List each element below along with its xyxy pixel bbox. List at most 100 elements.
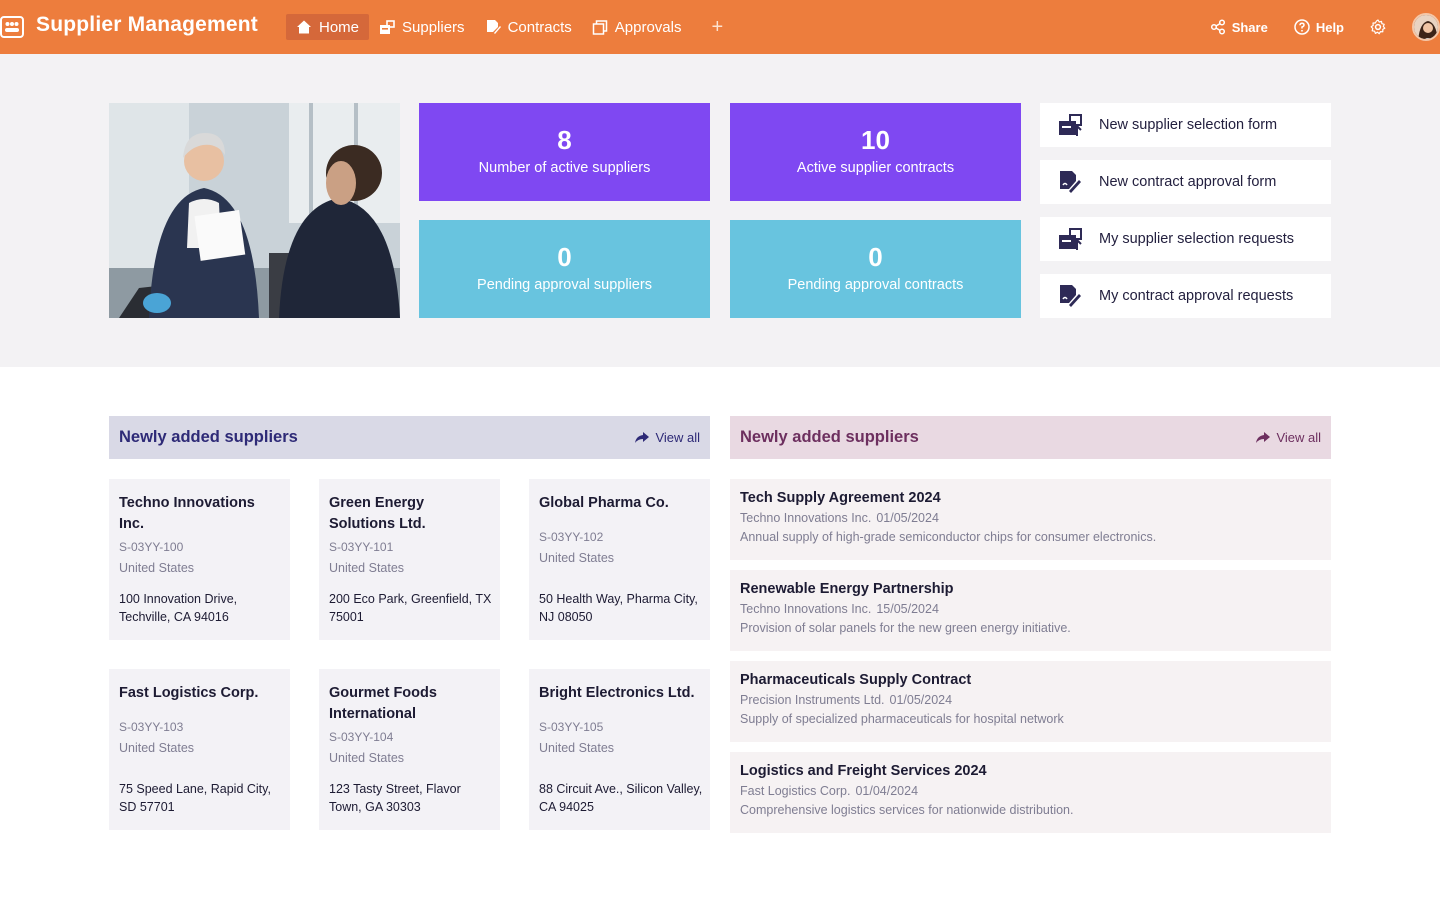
contracts-icon — [486, 20, 501, 34]
share-arrow-icon — [635, 431, 650, 443]
supplier-card[interactable]: Global Pharma Co. S-03YY-102 United Stat… — [529, 479, 710, 640]
nav-suppliers[interactable]: Suppliers — [369, 14, 475, 40]
supplier-card[interactable]: Bright Electronics Ltd. S-03YY-105 Unite… — [529, 669, 710, 830]
contract-description: Provision of solar panels for the new gr… — [740, 621, 1071, 635]
app-grid-icon[interactable] — [0, 14, 26, 40]
supplier-address: 200 Eco Park, Greenfield, TX 75001 — [329, 592, 492, 624]
contract-meta: Techno Innovations Inc. 15/05/2024 — [740, 602, 1321, 616]
supplier-code: S-03YY-101 — [329, 540, 394, 554]
help-icon — [1294, 19, 1310, 35]
add-tab-button[interactable]: + — [703, 14, 731, 40]
supplier-card[interactable]: Fast Logistics Corp. S-03YY-103 United S… — [109, 669, 290, 830]
contract-date: 15/05/2024 — [876, 602, 939, 616]
supplier-code: S-03YY-103 — [119, 719, 184, 734]
supplier-code: S-03YY-104 — [329, 730, 394, 744]
business-meeting-photo — [109, 103, 400, 318]
supplier-card[interactable]: Gourmet Foods International S-03YY-104 U… — [319, 669, 500, 830]
contract-title: Pharmaceuticals Supply Contract — [740, 672, 972, 688]
quick-link-my-contract-requests[interactable]: My contract approval requests — [1040, 274, 1331, 318]
contract-description: Supply of specialized pharmaceuticals fo… — [740, 712, 1064, 726]
supplier-code: S-03YY-105 — [539, 719, 604, 734]
stat-active-contracts[interactable]: 10 Active supplier contracts — [730, 103, 1021, 201]
contract-item[interactable]: Pharmaceuticals Supply Contract Precisio… — [730, 661, 1331, 742]
contract-item[interactable]: Logistics and Freight Services 2024 Fast… — [730, 752, 1331, 833]
nav-suppliers-label: Suppliers — [402, 18, 465, 36]
nav-home-label: Home — [319, 18, 360, 36]
contract-date: 01/04/2024 — [855, 784, 919, 798]
contracts-view-all-link[interactable]: View all — [1256, 430, 1321, 445]
supplier-address: 50 Health Way, Pharma City, NJ 08050 — [539, 592, 698, 624]
gear-icon[interactable] — [1370, 19, 1386, 35]
contract-title: Tech Supply Agreement 2024 — [740, 490, 941, 506]
contract-supplier: Techno Innovations Inc. — [740, 602, 872, 616]
share-icon — [1210, 19, 1225, 35]
supplier-card[interactable]: Techno Innovations Inc. S-03YY-100 Unite… — [109, 479, 290, 640]
stat-value: 10 — [861, 125, 890, 155]
contract-item[interactable]: Renewable Energy Partnership Techno Inno… — [730, 570, 1331, 651]
suppliers-panel-header: Newly added suppliers View all — [109, 416, 710, 459]
supplier-country: United States — [119, 561, 195, 575]
home-icon — [297, 20, 311, 34]
stat-pending-contracts[interactable]: 0 Pending approval contracts — [730, 220, 1021, 318]
share-label: Share — [1231, 19, 1268, 35]
stat-label: Pending approval contracts — [787, 277, 964, 293]
supplier-country: United States — [539, 740, 615, 755]
app-title: Supplier Management — [36, 13, 259, 36]
contract-meta: Fast Logistics Corp. 01/04/2024 — [740, 784, 1321, 798]
main-nav: Home Suppliers Contracts Approvals + — [286, 14, 731, 40]
nav-approvals[interactable]: Approvals — [582, 14, 692, 40]
help-label: Help — [1315, 19, 1344, 35]
view-all-label: View all — [1276, 430, 1321, 445]
share-arrow-icon — [1256, 431, 1271, 443]
supplier-country: United States — [329, 751, 405, 765]
contract-date: 01/05/2024 — [876, 511, 939, 525]
contract-meta: Precision Instruments Ltd. 01/05/2024 — [740, 693, 1321, 707]
supplier-address: 88 Circuit Ave., Silicon Valley, CA 9402… — [539, 782, 703, 814]
contracts-panel-header: Newly added suppliers View all — [730, 416, 1331, 459]
contract-description: Annual supply of high-grade semiconducto… — [740, 530, 1157, 544]
supplier-name: Green Energy Solutions Ltd. — [329, 495, 426, 532]
supplier-name: Global Pharma Co. — [539, 495, 669, 511]
supplier-card[interactable]: Green Energy Solutions Ltd. S-03YY-101 U… — [319, 479, 500, 640]
stat-value: 0 — [557, 242, 572, 272]
supplier-name: Gourmet Foods International — [329, 685, 437, 722]
quick-link-new-supplier-form[interactable]: New supplier selection form — [1040, 103, 1331, 147]
share-button[interactable]: Share — [1210, 19, 1268, 35]
stat-active-suppliers[interactable]: 8 Number of active suppliers — [419, 103, 710, 201]
quick-link-label: My supplier selection requests — [1099, 231, 1295, 247]
supplier-name: Bright Electronics Ltd. — [539, 685, 695, 701]
avatar-portrait-icon — [1414, 15, 1438, 39]
stat-label: Active supplier contracts — [796, 160, 955, 176]
supplier-country: United States — [539, 550, 615, 565]
supplier-form-icon — [1059, 228, 1082, 250]
stat-pending-suppliers[interactable]: 0 Pending approval suppliers — [419, 220, 710, 318]
quick-link-label: New contract approval form — [1099, 174, 1277, 190]
supplier-country: United States — [119, 740, 195, 755]
view-all-label: View all — [655, 430, 700, 445]
contract-date: 01/05/2024 — [889, 693, 953, 707]
supplier-code: S-03YY-100 — [119, 540, 184, 554]
contract-title: Renewable Energy Partnership — [740, 581, 954, 597]
nav-home[interactable]: Home — [286, 14, 370, 40]
supplier-country: United States — [329, 561, 405, 575]
contract-description: Comprehensive logistics services for nat… — [740, 803, 1074, 817]
suppliers-panel-title: Newly added suppliers — [119, 428, 298, 446]
stat-label: Pending approval suppliers — [477, 277, 652, 293]
help-button[interactable]: Help — [1294, 19, 1344, 35]
quick-link-new-contract-form[interactable]: New contract approval form — [1040, 160, 1331, 204]
suppliers-view-all-link[interactable]: View all — [635, 430, 700, 445]
top-bar: Supplier Management Home Suppliers Contr… — [0, 0, 1440, 54]
hero-section: 8 Number of active suppliers 10 Active s… — [0, 54, 1440, 367]
contract-supplier: Techno Innovations Inc. — [740, 511, 872, 525]
stat-value: 0 — [868, 242, 883, 272]
user-avatar[interactable] — [1412, 13, 1440, 41]
nav-contracts-label: Contracts — [507, 18, 572, 36]
nav-contracts[interactable]: Contracts — [475, 14, 582, 40]
stat-label: Number of active suppliers — [478, 160, 651, 176]
nav-approvals-label: Approvals — [614, 18, 682, 36]
supplier-address: 123 Tasty Street, Flavor Town, GA 30303 — [329, 782, 461, 814]
contract-item[interactable]: Tech Supply Agreement 2024 Techno Innova… — [730, 479, 1331, 560]
quick-link-my-supplier-requests[interactable]: My supplier selection requests — [1040, 217, 1331, 261]
supplier-name: Fast Logistics Corp. — [119, 685, 259, 701]
supplier-name: Techno Innovations Inc. — [119, 495, 255, 532]
